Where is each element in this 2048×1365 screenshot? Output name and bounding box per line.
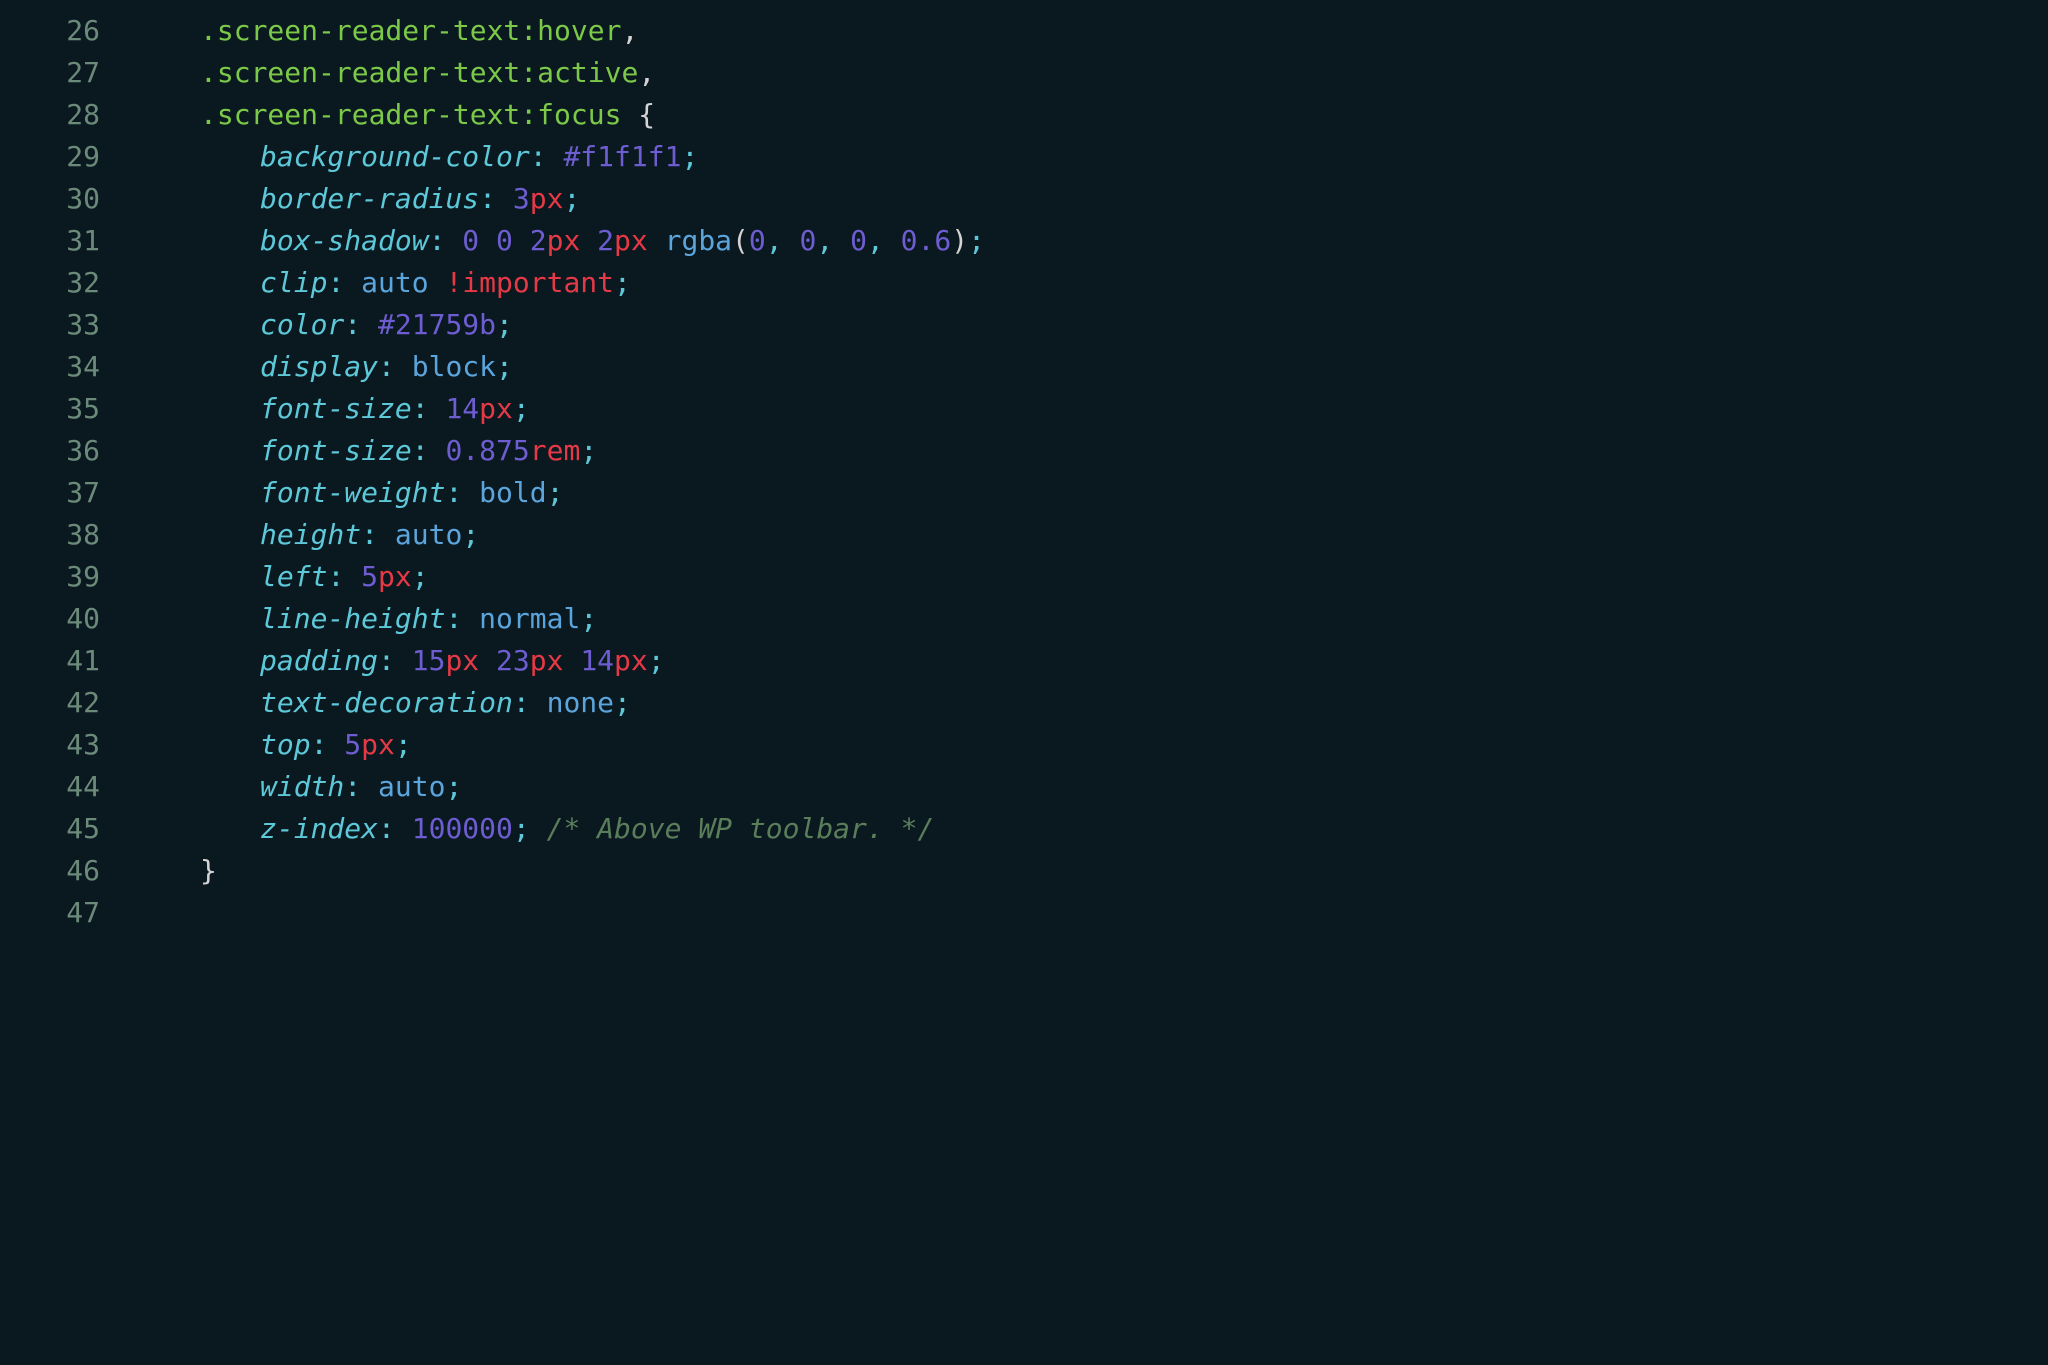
line-number: 30 — [0, 178, 140, 220]
code-content: font-weight: bold; — [140, 472, 2048, 514]
line-number: 31 — [0, 220, 140, 262]
code-line[interactable]: 30 border-radius: 3px; — [0, 178, 2048, 220]
code-line[interactable]: 27 .screen-reader-text:active, — [0, 52, 2048, 94]
code-content: left: 5px; — [140, 556, 2048, 598]
code-line[interactable]: 35 font-size: 14px; — [0, 388, 2048, 430]
code-content: z-index: 100000; /* Above WP toolbar. */ — [140, 808, 2048, 850]
code-line[interactable]: 47 — [0, 892, 2048, 934]
code-content: top: 5px; — [140, 724, 2048, 766]
line-number: 41 — [0, 640, 140, 682]
line-number: 47 — [0, 892, 140, 934]
line-number: 35 — [0, 388, 140, 430]
code-line[interactable]: 33 color: #21759b; — [0, 304, 2048, 346]
code-content: clip: auto !important; — [140, 262, 2048, 304]
line-number: 45 — [0, 808, 140, 850]
line-number: 33 — [0, 304, 140, 346]
code-line[interactable]: 29 background-color: #f1f1f1; — [0, 136, 2048, 178]
line-number: 40 — [0, 598, 140, 640]
code-line[interactable]: 43 top: 5px; — [0, 724, 2048, 766]
line-number: 37 — [0, 472, 140, 514]
line-number: 38 — [0, 514, 140, 556]
code-content: text-decoration: none; — [140, 682, 2048, 724]
code-line[interactable]: 31 box-shadow: 0 0 2px 2px rgba(0, 0, 0,… — [0, 220, 2048, 262]
code-content: display: block; — [140, 346, 2048, 388]
code-content: border-radius: 3px; — [140, 178, 2048, 220]
code-content: box-shadow: 0 0 2px 2px rgba(0, 0, 0, 0.… — [140, 220, 2048, 262]
line-number: 32 — [0, 262, 140, 304]
line-number: 46 — [0, 850, 140, 892]
code-content: } — [140, 850, 2048, 892]
code-line[interactable]: 32 clip: auto !important; — [0, 262, 2048, 304]
code-content: .screen-reader-text:focus { — [140, 94, 2048, 136]
line-number: 44 — [0, 766, 140, 808]
code-content: background-color: #f1f1f1; — [140, 136, 2048, 178]
line-number: 27 — [0, 52, 140, 94]
code-content: width: auto; — [140, 766, 2048, 808]
code-line[interactable]: 38 height: auto; — [0, 514, 2048, 556]
code-line[interactable]: 46 } — [0, 850, 2048, 892]
code-line[interactable]: 42 text-decoration: none; — [0, 682, 2048, 724]
code-content: height: auto; — [140, 514, 2048, 556]
code-content: line-height: normal; — [140, 598, 2048, 640]
line-number: 28 — [0, 94, 140, 136]
code-content: padding: 15px 23px 14px; — [140, 640, 2048, 682]
code-line[interactable]: 26 .screen-reader-text:hover, — [0, 10, 2048, 52]
line-number: 42 — [0, 682, 140, 724]
code-line[interactable]: 45 z-index: 100000; /* Above WP toolbar.… — [0, 808, 2048, 850]
line-number: 34 — [0, 346, 140, 388]
code-content: font-size: 0.875rem; — [140, 430, 2048, 472]
code-line[interactable]: 39 left: 5px; — [0, 556, 2048, 598]
code-content: color: #21759b; — [140, 304, 2048, 346]
code-content: font-size: 14px; — [140, 388, 2048, 430]
line-number: 29 — [0, 136, 140, 178]
code-line[interactable]: 28 .screen-reader-text:focus { — [0, 94, 2048, 136]
code-line[interactable]: 40 line-height: normal; — [0, 598, 2048, 640]
code-content: .screen-reader-text:active, — [140, 52, 2048, 94]
code-content: .screen-reader-text:hover, — [140, 10, 2048, 52]
line-number: 39 — [0, 556, 140, 598]
code-line[interactable]: 41 padding: 15px 23px 14px; — [0, 640, 2048, 682]
line-number: 36 — [0, 430, 140, 472]
code-editor[interactable]: 26 .screen-reader-text:hover, 27 .screen… — [0, 10, 2048, 934]
code-line[interactable]: 37 font-weight: bold; — [0, 472, 2048, 514]
code-line[interactable]: 36 font-size: 0.875rem; — [0, 430, 2048, 472]
code-line[interactable]: 44 width: auto; — [0, 766, 2048, 808]
code-line[interactable]: 34 display: block; — [0, 346, 2048, 388]
line-number: 43 — [0, 724, 140, 766]
line-number: 26 — [0, 10, 140, 52]
